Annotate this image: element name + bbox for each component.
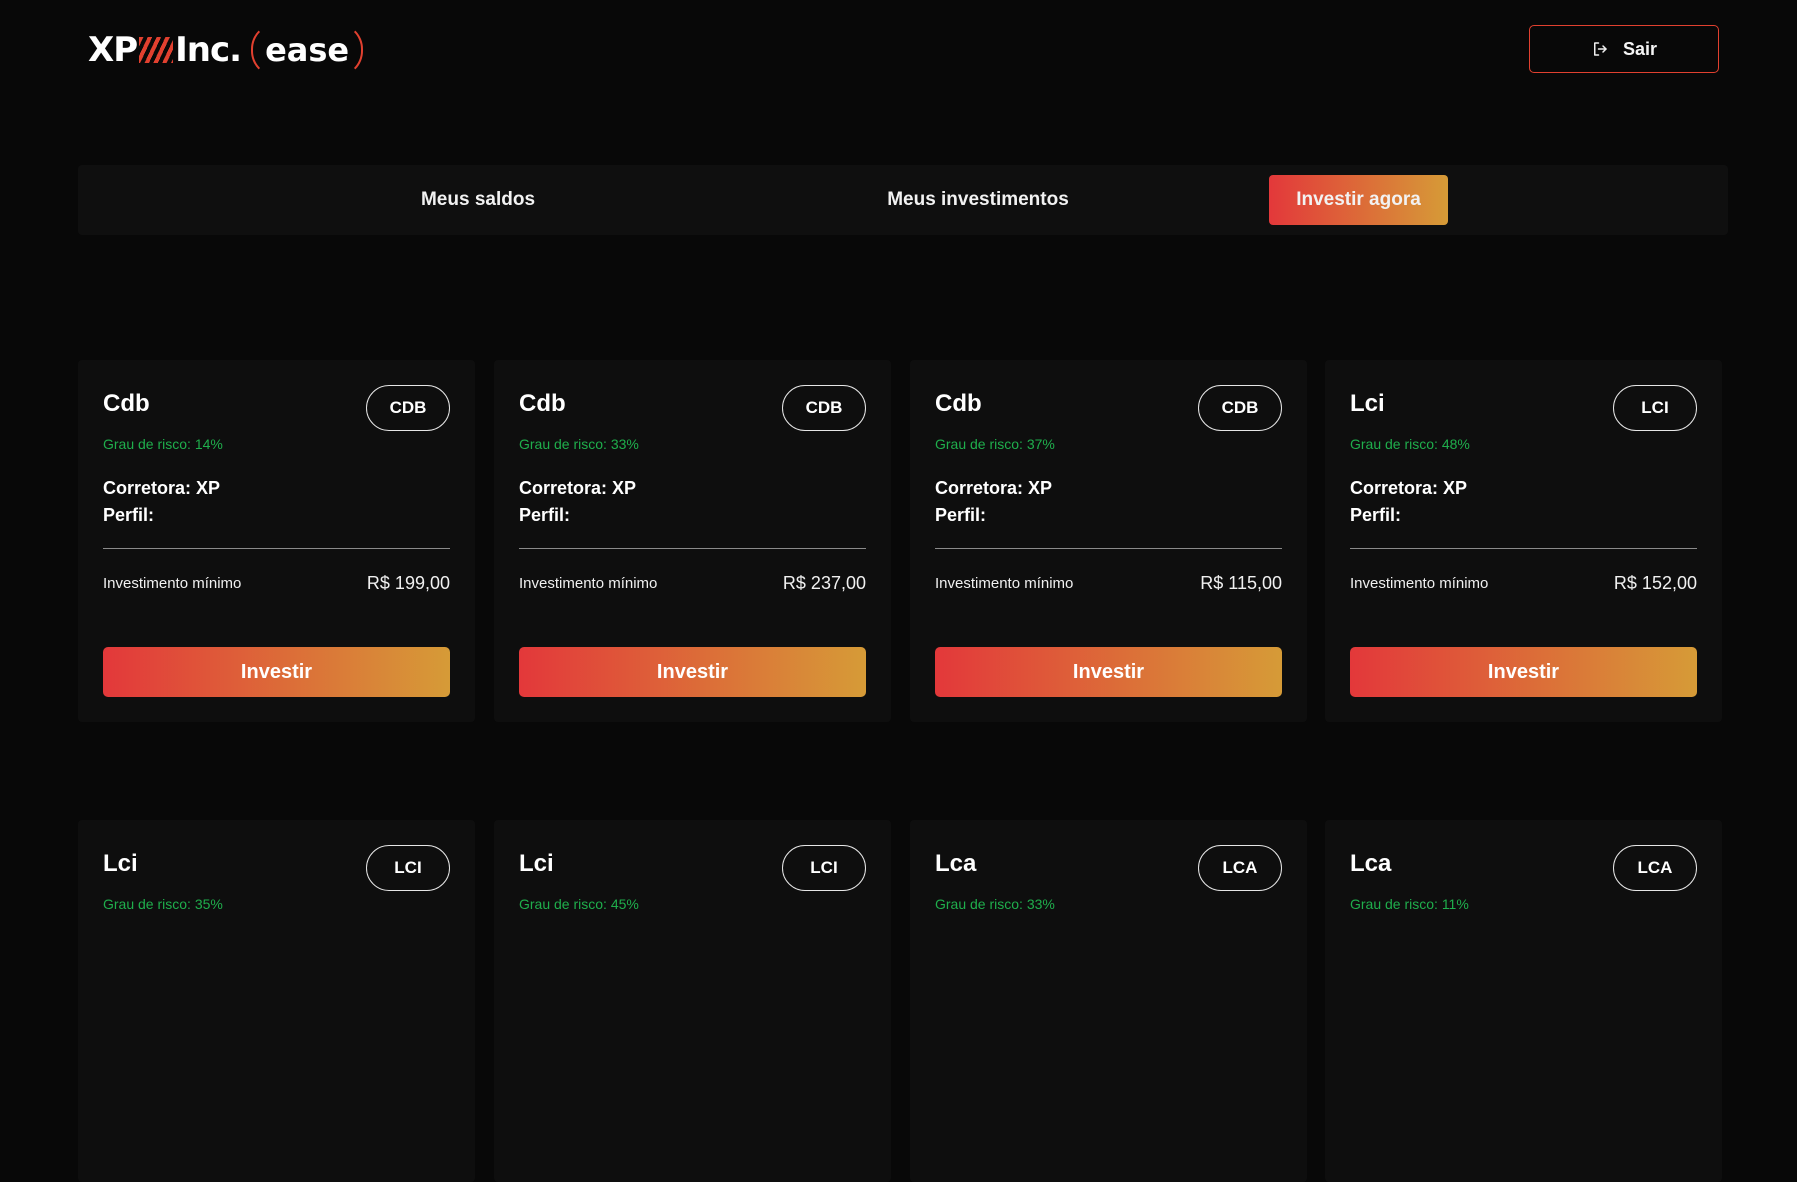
min-investment-label: Investimento mínimo — [1350, 575, 1489, 592]
risk-text: Grau de risco: 48% — [1350, 436, 1470, 452]
card-title: Lci — [1350, 390, 1385, 417]
investment-card: Cdb CDB Grau de risco: 33% Corretora: XP… — [494, 360, 891, 722]
divider — [1350, 548, 1697, 549]
divider — [519, 548, 866, 549]
investment-card: Lca LCA Grau de risco: 33% — [910, 820, 1307, 1182]
card-title: Lci — [519, 850, 554, 877]
divider — [103, 548, 450, 549]
type-badge: LCI — [1613, 385, 1697, 431]
card-title: Lci — [103, 850, 138, 877]
profile-text: Perfil: — [1350, 505, 1402, 525]
type-badge: CDB — [366, 385, 450, 431]
min-investment-value: R$ 115,00 — [1200, 573, 1282, 593]
logout-icon — [1593, 42, 1607, 56]
logo-ease-text: ease — [251, 23, 364, 77]
tab-meus-investimentos[interactable]: Meus investimentos — [788, 175, 1168, 225]
broker-text: Corretora: XP — [1350, 478, 1468, 498]
invest-button[interactable]: Investir — [1350, 647, 1697, 697]
logo-xp-text: XP — [88, 30, 138, 70]
type-badge: CDB — [1198, 385, 1282, 431]
min-investment-value: R$ 237,00 — [782, 573, 866, 593]
min-investment-value: R$ 199,00 — [366, 573, 450, 593]
min-investment-label: Investimento mínimo — [519, 575, 658, 592]
invest-button[interactable]: Investir — [519, 647, 866, 697]
tab-investir-agora[interactable]: Investir agora — [1269, 175, 1448, 225]
header: XP Inc. ease Sair — [0, 0, 1797, 100]
type-badge: LCA — [1613, 845, 1697, 891]
profile-text: Perfil: — [935, 505, 987, 525]
tab-meus-saldos[interactable]: Meus saldos — [378, 175, 578, 225]
card-title: Lca — [935, 850, 977, 877]
investment-card: Lci LCI Grau de risco: 48% Corretora: XP… — [1325, 360, 1722, 722]
broker-text: Corretora: XP — [103, 478, 221, 498]
type-badge: LCI — [366, 845, 450, 891]
card-title: Cdb — [519, 390, 566, 417]
card-title: Lca — [1350, 850, 1392, 877]
card-title: Cdb — [103, 390, 150, 417]
risk-text: Grau de risco: 14% — [103, 436, 223, 452]
nav-tabs: Meus saldos Meus investimentos Investir … — [78, 165, 1728, 235]
logout-label: Sair — [1622, 38, 1658, 59]
investment-card: Lci LCI Grau de risco: 35% — [78, 820, 475, 1182]
risk-text: Grau de risco: 45% — [519, 896, 639, 912]
min-investment-label: Investimento mínimo — [103, 575, 242, 592]
min-investment-value: R$ 152,00 — [1613, 573, 1697, 593]
min-investment-label: Investimento mínimo — [935, 575, 1074, 592]
invest-button[interactable]: Investir — [103, 647, 450, 697]
logo-inc-text: Inc. — [175, 30, 242, 70]
investment-card: Cdb CDB Grau de risco: 37% Corretora: XP… — [910, 360, 1307, 722]
divider — [935, 548, 1282, 549]
risk-text: Grau de risco: 11% — [1350, 896, 1469, 912]
risk-text: Grau de risco: 33% — [935, 896, 1055, 912]
invest-button[interactable]: Investir — [935, 647, 1282, 697]
xp-inc-ease-logo: XP Inc. ease — [88, 22, 364, 78]
profile-text: Perfil: — [519, 505, 571, 525]
logo-stripes-icon — [139, 37, 174, 63]
risk-text: Grau de risco: 37% — [935, 436, 1055, 452]
broker-text: Corretora: XP — [519, 478, 637, 498]
investment-card: Lca LCA Grau de risco: 11% — [1325, 820, 1722, 1182]
type-badge: CDB — [782, 385, 866, 431]
logout-button[interactable]: Sair — [1529, 25, 1719, 73]
type-badge: LCI — [782, 845, 866, 891]
profile-text: Perfil: — [103, 505, 155, 525]
card-title: Cdb — [935, 390, 982, 417]
type-badge: LCA — [1198, 845, 1282, 891]
investment-card: Lci LCI Grau de risco: 45% — [494, 820, 891, 1182]
risk-text: Grau de risco: 35% — [103, 896, 223, 912]
broker-text: Corretora: XP — [935, 478, 1053, 498]
risk-text: Grau de risco: 33% — [519, 436, 639, 452]
investment-card: Cdb CDB Grau de risco: 14% Corretora: XP… — [78, 360, 475, 722]
